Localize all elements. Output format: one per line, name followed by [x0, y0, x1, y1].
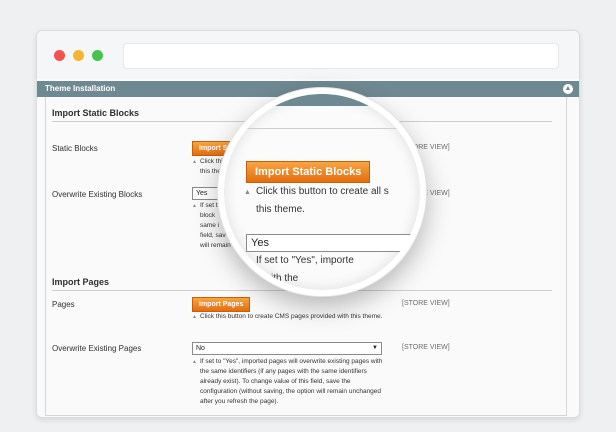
overwrite-blocks-label: Overwrite Existing Blocks — [52, 190, 143, 199]
note-triangle-icon: ▲ — [192, 359, 197, 365]
lens-section-bar — [224, 94, 420, 106]
address-bar[interactable] — [123, 43, 559, 69]
lens-import-static-blocks-button[interactable]: Import Static Blocks — [246, 161, 371, 183]
lens-note: ▲ Click this button to create all s this … — [244, 186, 389, 215]
lens-note-2: ▲ If set to "Yes", importe s with the — [244, 255, 354, 284]
maximize-window-button[interactable] — [92, 50, 103, 61]
title-bar — [37, 31, 579, 79]
note-triangle-icon: ▲ — [192, 159, 197, 165]
minimize-window-button[interactable] — [73, 50, 84, 61]
pages-label: Pages — [52, 300, 75, 309]
section-title: Theme Installation — [45, 84, 116, 93]
overwrite-pages-scope: [STORE VIEW] — [402, 344, 450, 351]
close-window-button[interactable] — [54, 50, 65, 61]
pages-note: ▲ Click this button to create CMS pages p… — [192, 313, 383, 320]
overwrite-pages-label: Overwrite Existing Pages — [52, 344, 142, 353]
overwrite-pages-note: ▲ If set to "Yes", imported pages will ov… — [192, 358, 383, 405]
collapse-arrow-icon[interactable]: ▲ — [563, 84, 573, 94]
note-triangle-icon: ▲ — [244, 258, 251, 265]
note-triangle-icon: ▲ — [192, 203, 197, 209]
pages-scope: [STORE VIEW] — [402, 300, 450, 307]
magnifier-lens: Import Static Blocks ▲ Click this button … — [218, 88, 426, 296]
overwrite-pages-select[interactable]: No ▼ — [192, 342, 382, 355]
dropdown-arrow-icon: ▼ — [372, 345, 378, 351]
note-triangle-icon: ▲ — [244, 189, 251, 196]
lens-divider — [224, 128, 420, 129]
static-blocks-label: Static Blocks — [52, 144, 98, 153]
import-pages-button[interactable]: Import Pages — [192, 297, 251, 312]
note-triangle-icon: ▲ — [192, 314, 197, 320]
lens-overwrite-select[interactable]: Yes — [246, 234, 420, 252]
